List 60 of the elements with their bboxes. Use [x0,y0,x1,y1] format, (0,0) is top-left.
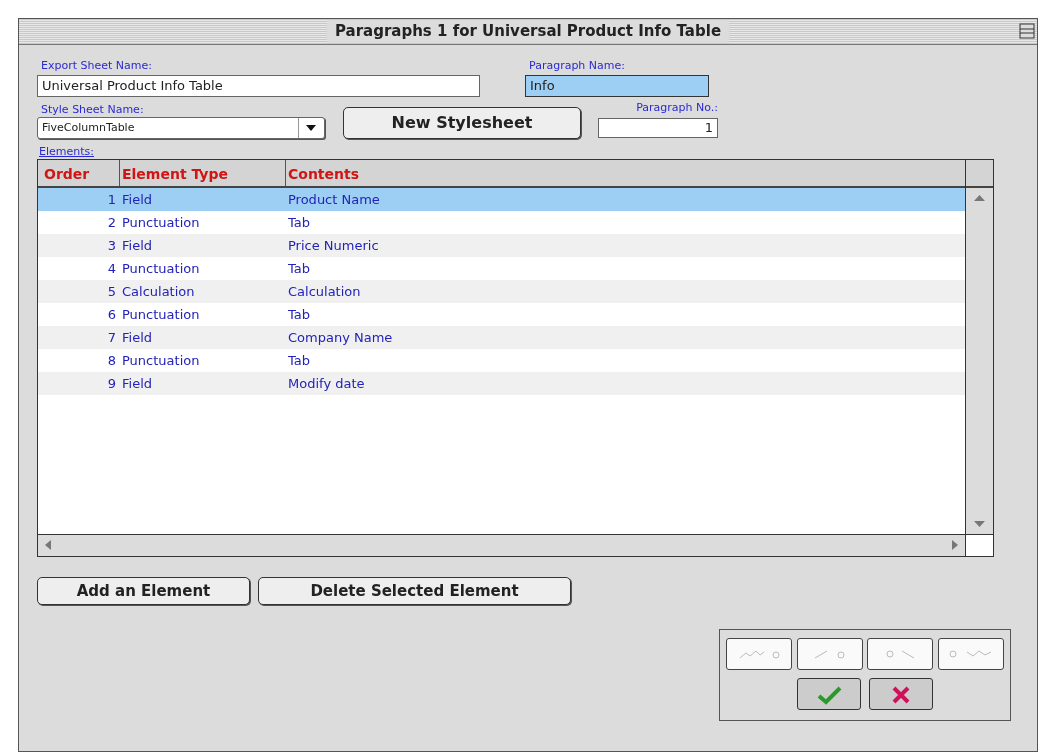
ok-button[interactable] [797,678,861,710]
window-title: Paragraphs 1 for Universal Product Info Table [326,20,730,43]
style-sheet-dropdown[interactable]: FiveColumnTable [37,117,325,139]
field-label: Style Sheet Name: [40,103,145,117]
table-row[interactable]: 2 Punctuation Tab [38,211,965,234]
previous-record-icon [814,649,846,659]
table-cell-text: Field [121,329,153,347]
table-cell-text: Product Name [287,191,381,209]
table-cell-text: Calculation [121,283,196,301]
field-label: Paragraph No.: [635,101,718,115]
table-cell-text: 7 [106,329,117,347]
last-record-icon [949,650,993,658]
input-field[interactable]: 1 [598,118,718,138]
table-cell-text: Calculation [287,283,362,301]
table-cell-text: Price Numeric [287,237,380,255]
table-cell-text: 1 [106,191,117,209]
table-cell-text: Tab [287,260,311,278]
table-cell-text: Punctuation [121,214,201,232]
next-record-icon [885,649,915,659]
table-cell-text: Punctuation [121,352,201,370]
table-cell-text: Modify date [287,375,366,393]
table-row[interactable]: 6 Punctuation Tab [38,303,965,326]
table-cell-text: 6 [106,306,117,324]
table-cell-text: Punctuation [121,260,201,278]
table-row[interactable]: 7 Field Company Name [38,326,965,349]
add-element-button[interactable]: Add an Element [37,577,250,605]
new-stylesheet-button[interactable]: New Stylesheet [343,107,581,139]
input-field[interactable]: Universal Product Info Table [37,74,480,97]
table-row[interactable]: 5 Calculation Calculation [38,280,965,303]
table-cell-text: 4 [106,260,117,278]
field-label: Paragraph Name: [528,59,626,73]
field-label: Export Sheet Name: [40,59,153,73]
table-cell-text: 8 [106,352,117,370]
input-field[interactable]: Info [525,74,709,97]
column-header[interactable]: Element Type [120,160,286,186]
table-row[interactable]: 4 Punctuation Tab [38,257,965,280]
table-cell-text: 9 [106,375,117,393]
table-cell-text: 5 [106,283,117,301]
table-cell-text: Tab [287,306,311,324]
table-row[interactable]: 3 Field Price Numeric [38,234,965,257]
column-header[interactable]: Order [38,160,120,186]
table-cell-text: Field [121,237,153,255]
table-cell-text: Company Name [287,329,394,347]
table-label: Elements: [39,145,95,159]
table-cell-text: 3 [106,237,117,255]
table-cell-text: Tab [287,214,311,232]
table-cell-text: Punctuation [121,306,201,324]
table-cell-text: Tab [287,352,311,370]
table-cell-text: Field [121,191,153,209]
collapse-icon[interactable] [1019,23,1035,39]
vertical-scrollbar[interactable] [965,160,993,534]
cancel-button[interactable] [869,678,933,710]
table-cell-text: 2 [106,214,117,232]
first-record-icon [738,649,780,659]
table-row[interactable]: 8 Punctuation Tab [38,349,965,372]
table-row[interactable]: 9 Field Modify date [38,372,965,395]
table-cell-text: Field [121,375,153,393]
column-header[interactable]: Contents [286,160,965,186]
delete-element-button[interactable]: Delete Selected Element [258,577,571,605]
table-row[interactable]: 1 Field Product Name [38,188,965,211]
